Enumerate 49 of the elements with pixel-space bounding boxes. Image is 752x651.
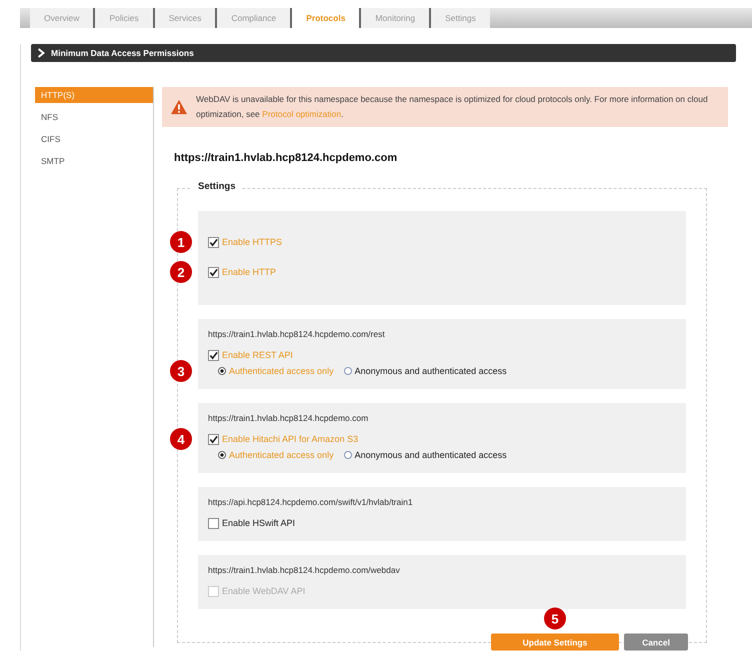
checkbox[interactable] — [208, 434, 219, 444]
radio-label: Authenticated access only — [229, 450, 334, 460]
checkbox-label: Enable WebDAV API — [222, 586, 306, 596]
chevron-icon — [37, 48, 45, 58]
callout-badge: 2 — [170, 261, 192, 283]
checkbox-label: Enable HTTP — [222, 267, 276, 277]
namespace-url: https://train1.hvlab.hcp8124.hcpdemo.com — [174, 152, 398, 164]
radio-button[interactable] — [218, 451, 226, 459]
protocol-link[interactable]: Protocol optimization — [262, 109, 342, 119]
radio-button[interactable] — [344, 367, 352, 375]
tab[interactable]: Overview — [30, 8, 94, 28]
endpoint-url: https://train1.hvlab.hcp8124.hcpdemo.com/rest — [208, 329, 386, 339]
endpoint-url: https://train1.hvlab.hcp8124.hcpdemo.com — [208, 413, 370, 423]
callout-badge: 3 — [170, 360, 192, 382]
cancel-button[interactable]: Cancel — [624, 634, 688, 650]
checkbox-label: Enable REST API — [222, 350, 293, 360]
callout-badge: 4 — [170, 428, 192, 450]
update-button[interactable]: Update Settings — [491, 634, 619, 650]
callout-badge: 1 — [170, 231, 192, 253]
radio-button[interactable] — [218, 367, 226, 375]
section-header[interactable]: Minimum Data Access Permissions — [31, 44, 736, 62]
radio-label: Authenticated access only — [229, 366, 334, 376]
checkbox-label: Enable HTTPS — [222, 237, 282, 247]
tab[interactable]: Services — [152, 8, 216, 28]
sidebar-item[interactable]: SMTP — [35, 153, 153, 169]
checkbox[interactable] — [208, 266, 219, 278]
radio-label: Anonymous and authenticated access — [354, 450, 507, 460]
sidebar-item[interactable]: NFS — [35, 109, 153, 125]
checkbox[interactable] — [208, 518, 219, 528]
tab[interactable]: Monitoring — [359, 8, 430, 28]
endpoint-url: https://train1.hvlab.hcp8124.hcpdemo.com/webdav — [208, 565, 401, 575]
section-title: Minimum Data Access Permissions — [51, 48, 194, 58]
tab[interactable]: Protocols — [290, 8, 360, 28]
endpoint-url: https://api.hcp8124.hcpdemo.com/swift/v1/hvlab/train1 — [208, 497, 414, 507]
checkbox[interactable] — [208, 350, 219, 360]
sidebar-item[interactable]: CIFS — [35, 131, 153, 147]
checkbox[interactable] — [208, 236, 219, 248]
settings-legend: Settings — [192, 181, 242, 192]
radio-label: Anonymous and authenticated access — [354, 366, 507, 376]
checkbox-label: Enable Hitachi API for Amazon S3 — [222, 434, 358, 444]
checkbox-label: Enable HSwift API — [222, 518, 296, 528]
warning-message: WebDAV is unavailable for this namespace because the namespace is optimized for cloud protocols only. For more information on cloud optimization, see Protocol optimization. — [196, 93, 709, 121]
warning-icon — [170, 99, 188, 115]
sidebar-item[interactable]: HTTP(S) — [35, 87, 153, 103]
radio-button[interactable] — [344, 451, 352, 459]
callout-badge: 5 — [544, 608, 566, 630]
tab[interactable]: Policies — [93, 8, 153, 28]
tab[interactable]: Compliance — [215, 8, 290, 28]
tab[interactable]: Settings — [429, 8, 490, 28]
